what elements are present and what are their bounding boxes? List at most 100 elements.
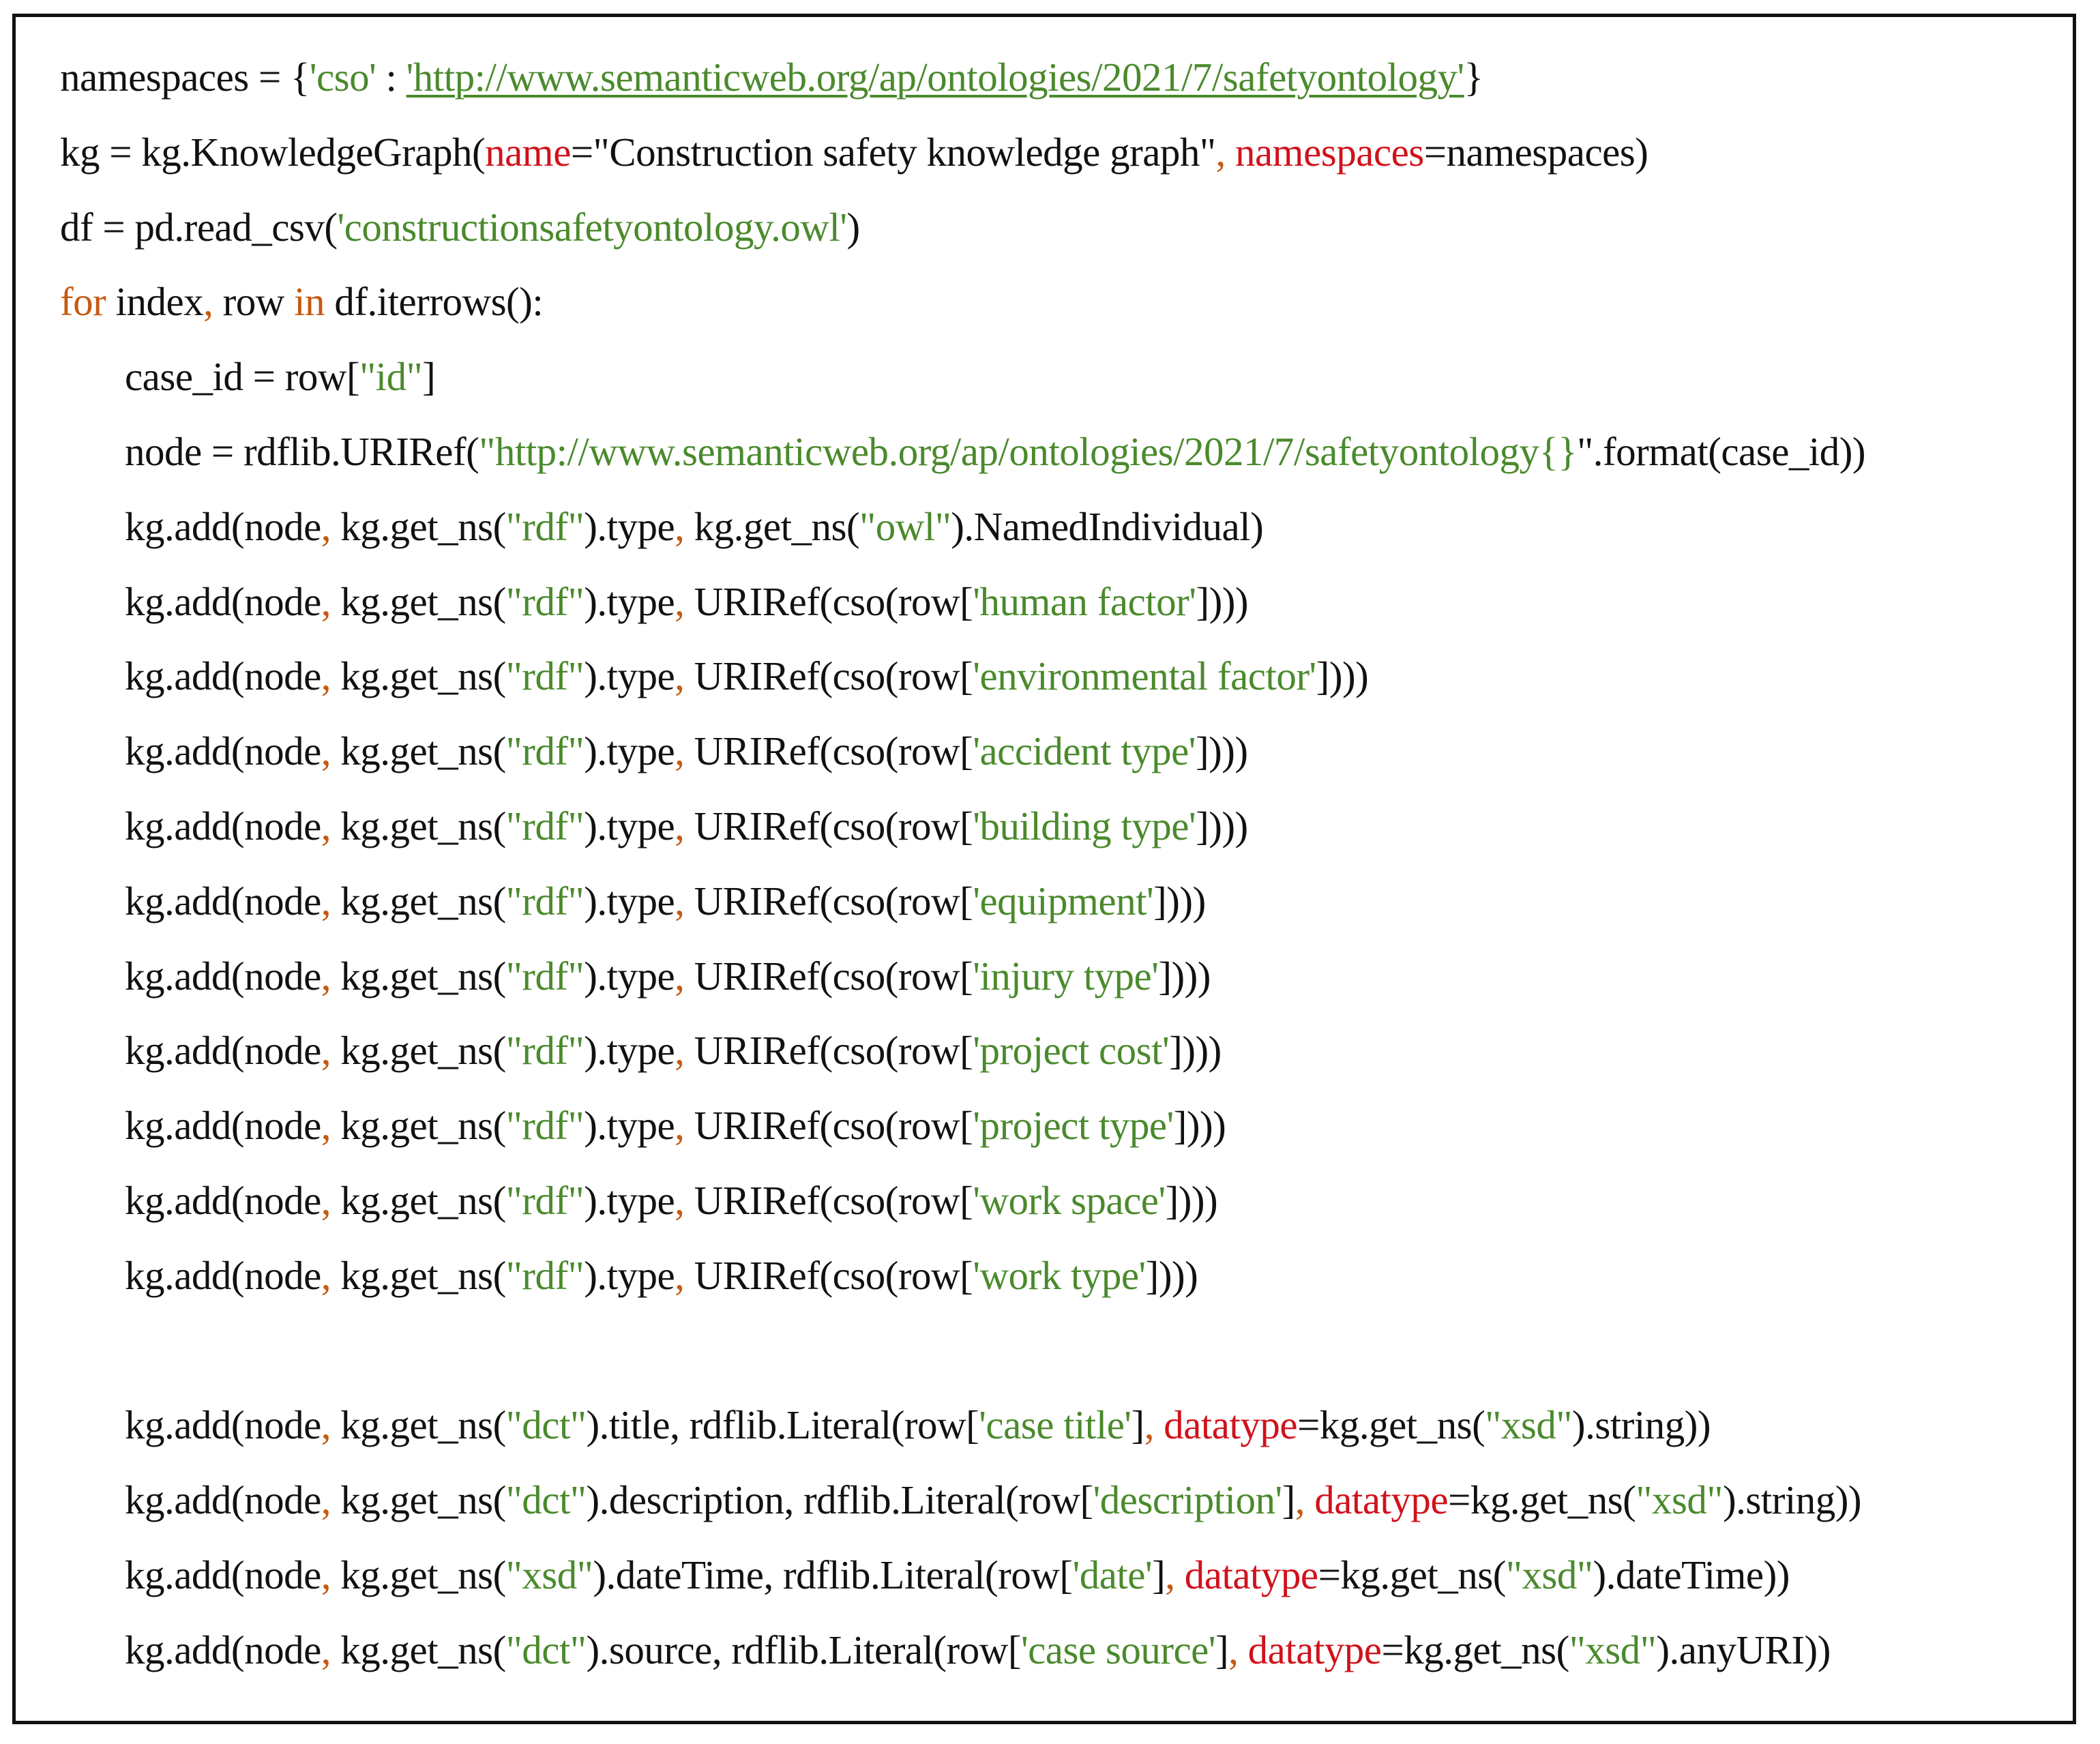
code-token: kg.get_ns( (331, 1552, 506, 1597)
code-token: ] (1282, 1477, 1296, 1523)
code-token: ).type (584, 953, 675, 999)
code-token: datatype (1164, 1402, 1298, 1448)
code-token: , (1228, 1627, 1239, 1672)
code-token: kg.get_ns( (331, 953, 506, 999)
code-token: "id" (359, 354, 423, 400)
code-token: : (376, 55, 406, 100)
code-token: kg.get_ns( (331, 653, 506, 699)
code-token: kg.get_ns( (331, 503, 506, 549)
code-token: namespaces (1235, 129, 1424, 175)
code-token: URIRef(cso(row[ (684, 878, 973, 923)
code-token: URIRef(cso(row[ (684, 1177, 973, 1223)
code-token: } (1464, 55, 1483, 100)
code-token: URIRef(cso(row[ (684, 953, 973, 999)
code-token: kg.get_ns( (331, 1477, 506, 1523)
code-token: ).source, rdflib.Literal(row[ (586, 1627, 1021, 1672)
code-token: URIRef(cso(row[ (684, 1252, 973, 1298)
code-token: kg.add(node (125, 1103, 321, 1149)
code-token: URIRef(cso(row[ (684, 1103, 973, 1149)
code-token: ]))) (1196, 803, 1248, 848)
code-token: ="Construction safety knowledge graph" (570, 129, 1216, 175)
code-token: "rdf" (505, 878, 585, 923)
code-line: kg.add(node, kg.get_ns("rdf").type, URIR… (60, 1164, 1865, 1239)
code-token: df.iterrows(): (325, 279, 544, 325)
code-token[interactable]: 'http://www.semanticweb.org/ap/ontologie… (406, 55, 1464, 100)
code-token: "dct" (505, 1627, 587, 1672)
code-token: ).description, rdflib.Literal(row[ (586, 1477, 1093, 1523)
code-line: kg.add(node, kg.get_ns("rdf").type, kg.g… (60, 490, 1865, 565)
code-token: kg.add(node (125, 653, 321, 699)
code-token: kg.get_ns( (684, 503, 860, 549)
code-token: , (675, 1028, 685, 1074)
code-token: kg.add(node (125, 578, 321, 624)
code-line: kg.add(node, kg.get_ns("rdf").type, URIR… (60, 864, 1865, 939)
code-token: ).string)) (1571, 1402, 1711, 1448)
code-token: datatype (1314, 1477, 1449, 1523)
code-token: "xsd" (505, 1552, 593, 1597)
code-token: "rdf" (505, 1252, 585, 1298)
code-token: 'project cost' (973, 1028, 1170, 1074)
code-token: kg.add(node (125, 953, 321, 999)
code-token: kg.get_ns( (331, 578, 506, 624)
code-token: "rdf" (505, 1103, 585, 1149)
code-token: , (321, 503, 331, 549)
code-line: kg.add(node, kg.get_ns("dct").descriptio… (60, 1463, 1865, 1538)
code-token: , (203, 279, 213, 325)
code-line: kg.add(node, kg.get_ns("rdf").type, URIR… (60, 565, 1865, 640)
code-token: ).type (584, 1103, 675, 1149)
code-token: ).type (584, 878, 675, 923)
code-token: ]))) (1165, 1177, 1218, 1223)
code-token: URIRef(cso(row[ (684, 578, 973, 624)
code-token: , (321, 578, 331, 624)
code-token: kg.add(node (125, 1477, 321, 1523)
code-token: , (675, 803, 685, 848)
code-token: "dct" (505, 1477, 587, 1523)
code-line: kg = kg.KnowledgeGraph(name="Constructio… (60, 115, 1865, 190)
code-token: ] (1131, 1402, 1145, 1448)
code-line: for index, row in df.iterrows(): (60, 265, 1865, 340)
code-token: 'injury type' (973, 953, 1159, 999)
code-token: ).dateTime, rdflib.Literal(row[ (593, 1552, 1073, 1597)
code-token: , (321, 728, 331, 774)
code-token: ] (1152, 1552, 1166, 1597)
code-token: kg.add(node (125, 503, 321, 549)
code-token: , (321, 1028, 331, 1074)
code-token: 'cso' (309, 55, 376, 100)
code-token: ]))) (1173, 1103, 1226, 1149)
code-token: , (675, 1252, 685, 1298)
code-token: "rdf" (505, 503, 585, 549)
code-token: index (106, 279, 204, 325)
code-token: , (675, 1103, 685, 1149)
code-line: kg.add(node, kg.get_ns("rdf").type, URIR… (60, 789, 1865, 864)
code-line: case_id = row["id"] (60, 340, 1865, 415)
code-token: 'constructionsafetyontology.owl' (337, 204, 848, 250)
code-line: kg.add(node, kg.get_ns("rdf").type, URIR… (60, 1014, 1865, 1089)
code-token: kg.add(node (125, 728, 321, 774)
code-token: "xsd" (1505, 1552, 1593, 1597)
code-line: kg.add(node, kg.get_ns("rdf").type, URIR… (60, 714, 1865, 789)
code-token: , (1165, 1552, 1175, 1597)
code-token: , (675, 878, 685, 923)
code-token: ).anyURI)) (1656, 1627, 1831, 1672)
code-line: namespaces = {'cso' : 'http://www.semant… (60, 40, 1865, 115)
code-line: kg.add(node, kg.get_ns("dct").title, rdf… (60, 1388, 1865, 1463)
code-token: "rdf" (505, 578, 585, 624)
code-token: kg.add(node (125, 1627, 321, 1672)
code-token: df = pd.read_csv( (60, 204, 338, 250)
code-token: ).type (584, 728, 675, 774)
code-block: namespaces = {'cso' : 'http://www.semant… (60, 40, 1866, 1688)
code-token: datatype (1184, 1552, 1318, 1597)
code-line: kg.add(node, kg.get_ns("dct").source, rd… (60, 1613, 1865, 1688)
code-token: , (321, 1477, 331, 1523)
code-line: kg.add(node, kg.get_ns("rdf").type, URIR… (60, 939, 1865, 1014)
code-token: 'equipment' (973, 878, 1154, 923)
code-token: kg.get_ns( (331, 878, 506, 923)
code-token: kg.get_ns( (331, 1627, 506, 1672)
code-token: row (213, 279, 295, 325)
code-token: URIRef(cso(row[ (684, 653, 973, 699)
